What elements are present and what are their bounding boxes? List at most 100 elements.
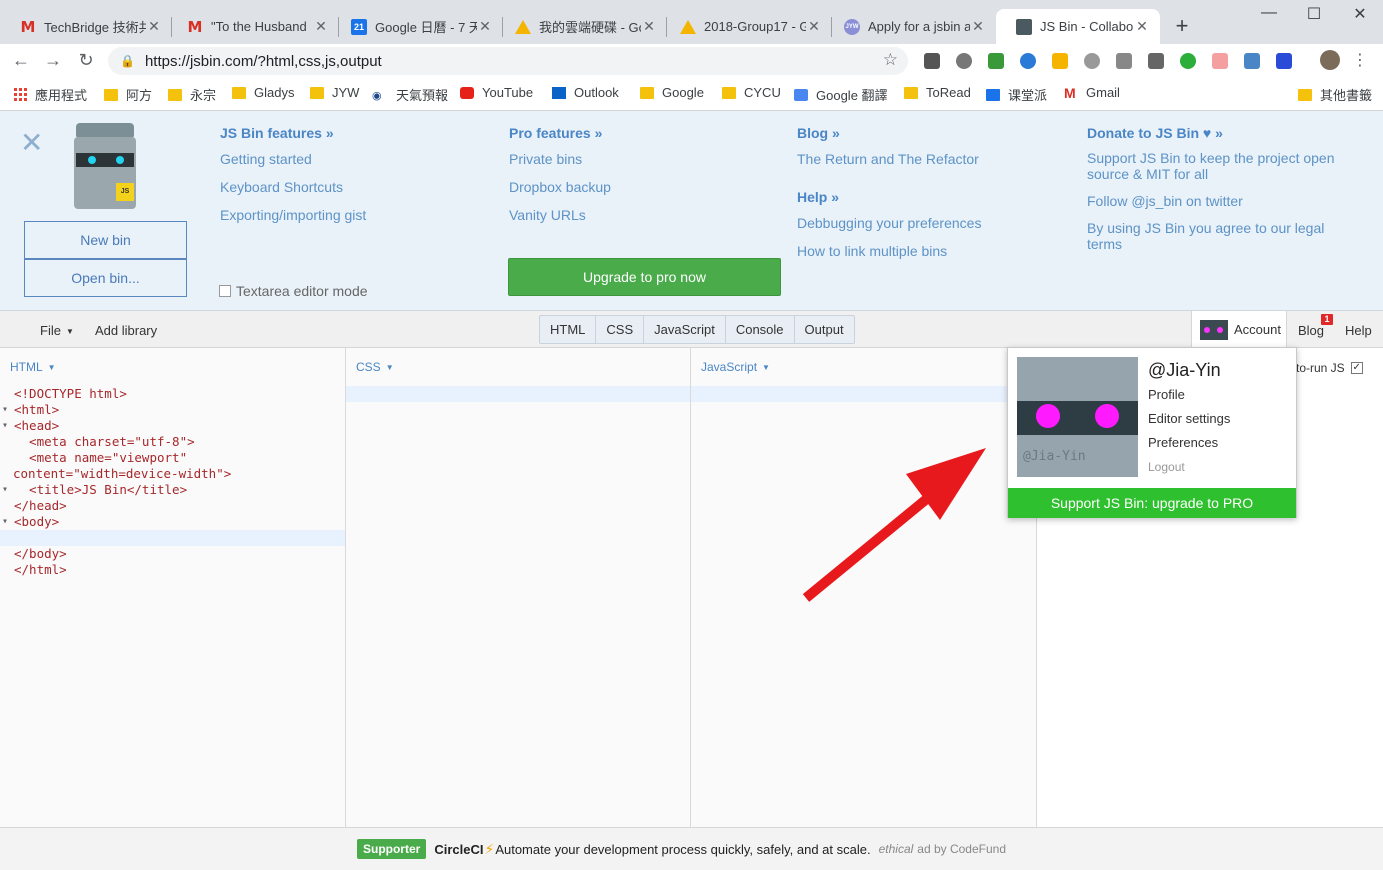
profile-link[interactable]: Profile	[1148, 387, 1185, 402]
extension-icon[interactable]	[1276, 53, 1292, 69]
bookmark-item[interactable]: CYCU	[722, 85, 781, 100]
bookmark-item[interactable]: 阿方	[104, 85, 152, 104]
support-link[interactable]: Support JS Bin to keep the project open …	[1087, 150, 1352, 182]
ad-by-label[interactable]: ad by CodeFund	[917, 842, 1006, 856]
bookmark-item[interactable]: JYW	[310, 85, 359, 100]
toggle-html[interactable]: HTML	[540, 316, 597, 343]
blog-link[interactable]: Blog	[1298, 323, 1324, 338]
extension-icon[interactable]	[1148, 53, 1164, 69]
address-bar[interactable]: 🔒 https://jsbin.com/?html,css,js,output …	[108, 47, 908, 75]
checkbox-checked[interactable]: ✓	[1350, 362, 1363, 374]
pro-features-heading[interactable]: Pro features »	[509, 125, 611, 141]
close-icon[interactable]: ✕	[477, 18, 493, 35]
bookmark-item[interactable]: M Gmail	[1064, 85, 1120, 100]
browser-tab[interactable]: JYW Apply for a jsbin a ✕	[824, 9, 996, 44]
blog-post-link[interactable]: The Return and The Refactor	[797, 150, 981, 169]
bookmark-item[interactable]: Gladys	[232, 85, 294, 100]
browser-tab[interactable]: 2018-Group17 - G ✕	[660, 9, 832, 44]
bookmark-item[interactable]: Google	[640, 85, 704, 100]
new-tab-button[interactable]: +	[1172, 12, 1192, 40]
account-menu-button[interactable]: Account	[1191, 311, 1287, 348]
footer-ad[interactable]: Supporter CircleCI ⚡ Automate your devel…	[0, 827, 1383, 870]
reload-icon[interactable]: ↻	[75, 50, 97, 71]
bookmark-item[interactable]: ToRead	[904, 85, 971, 100]
bookmark-item[interactable]: 课堂派	[986, 85, 1047, 104]
close-icon[interactable]: ✕	[641, 18, 657, 35]
close-icon[interactable]: ✕	[313, 18, 329, 35]
export-gist-link[interactable]: Exporting/importing gist	[220, 206, 366, 225]
bookmark-item[interactable]: ◉ 天氣預報	[372, 85, 448, 104]
editor-settings-link[interactable]: Editor settings	[1148, 411, 1230, 426]
upgrade-pro-button[interactable]: Upgrade to pro now	[508, 258, 781, 296]
extension-icon[interactable]	[924, 53, 940, 69]
close-icon[interactable]: ✕	[806, 18, 822, 35]
more-menu-icon[interactable]: ⋮	[1352, 50, 1368, 70]
close-window-icon[interactable]: ✕	[1337, 4, 1383, 24]
back-icon[interactable]: ←	[10, 50, 32, 71]
browser-tab[interactable]: M TechBridge 技術共 ✕	[0, 9, 172, 44]
open-bin-button[interactable]: Open bin...	[24, 259, 187, 297]
minimize-icon[interactable]: —	[1246, 4, 1292, 22]
bookmark-star-icon[interactable]: ☆	[883, 50, 898, 70]
ad-message[interactable]: Automate your development process quickl…	[495, 842, 870, 857]
features-heading[interactable]: JS Bin features »	[220, 125, 366, 141]
bookmark-item[interactable]: YouTube	[460, 85, 533, 100]
extension-icon[interactable]	[1180, 53, 1196, 69]
bookmark-item[interactable]: Outlook	[552, 85, 619, 100]
autorun-toggle[interactable]: to-run JS ✓	[1296, 361, 1363, 375]
html-pane-label[interactable]: HTML ▼	[10, 360, 56, 374]
close-icon[interactable]: ✕	[970, 18, 986, 35]
javascript-pane-label[interactable]: JavaScript ▼	[701, 360, 770, 374]
extension-icon[interactable]	[988, 53, 1004, 69]
browser-tab[interactable]: 21 Google 日曆 - 7 天 ✕	[331, 9, 503, 44]
forward-icon[interactable]: →	[42, 50, 64, 71]
extension-icon[interactable]	[1116, 53, 1132, 69]
legal-terms-link[interactable]: By using JS Bin you agree to our legal t…	[1087, 220, 1352, 252]
html-pane[interactable]: HTML ▼ <!DOCTYPE html> <html> <head> <met…	[0, 348, 346, 827]
logout-link[interactable]: Logout	[1148, 460, 1185, 474]
extension-icon[interactable]	[1052, 53, 1068, 69]
toggle-javascript[interactable]: JavaScript	[644, 316, 726, 343]
checkbox[interactable]	[219, 285, 231, 297]
private-bins-link[interactable]: Private bins	[509, 150, 611, 169]
blog-heading[interactable]: Blog »	[797, 125, 981, 141]
extension-icon[interactable]	[1084, 53, 1100, 69]
extension-icon[interactable]	[956, 53, 972, 69]
upgrade-pro-banner[interactable]: Support JS Bin: upgrade to PRO	[1008, 488, 1296, 518]
preferences-link[interactable]: Preferences	[1148, 435, 1218, 450]
add-library-button[interactable]: Add library	[95, 323, 157, 338]
toggle-css[interactable]: CSS	[596, 316, 645, 343]
css-pane[interactable]: CSS ▼	[346, 348, 691, 827]
html-code[interactable]: <!DOCTYPE html> <html> <head> <meta char…	[0, 386, 345, 578]
toggle-output[interactable]: Output	[795, 316, 854, 343]
debugging-preferences-link[interactable]: Debbugging your preferences	[797, 214, 981, 233]
ad-brand[interactable]: CircleCI	[434, 842, 483, 857]
donate-heading[interactable]: Donate to JS Bin ♥ »	[1087, 125, 1352, 141]
keyboard-shortcuts-link[interactable]: Keyboard Shortcuts	[220, 178, 366, 197]
vanity-urls-link[interactable]: Vanity URLs	[509, 206, 611, 225]
getting-started-link[interactable]: Getting started	[220, 150, 366, 169]
bookmark-item[interactable]: Google 翻譯	[794, 85, 888, 104]
file-menu[interactable]: File ▼	[40, 323, 74, 338]
twitter-link[interactable]: Follow @js_bin on twitter	[1087, 192, 1352, 211]
browser-tab[interactable]: 我的雲端硬碟 - Go ✕	[495, 9, 667, 44]
dropbox-backup-link[interactable]: Dropbox backup	[509, 178, 611, 197]
bookmark-item[interactable]: 其他書籤	[1298, 85, 1372, 104]
help-link[interactable]: Help	[1345, 323, 1372, 338]
close-icon[interactable]: ✕	[20, 129, 43, 157]
maximize-icon[interactable]: ☐	[1291, 4, 1337, 24]
help-heading[interactable]: Help »	[797, 189, 981, 205]
extension-icon[interactable]	[1020, 53, 1036, 69]
toggle-console[interactable]: Console	[726, 316, 795, 343]
textarea-mode-toggle[interactable]: Textarea editor mode	[219, 283, 368, 299]
close-icon[interactable]: ✕	[146, 18, 162, 35]
bookmark-item[interactable]: 應用程式	[14, 85, 87, 104]
css-pane-label[interactable]: CSS ▼	[356, 360, 394, 374]
ethical-label[interactable]: ethical	[879, 842, 914, 856]
browser-tab[interactable]: M "To the Husband ✕	[167, 9, 339, 44]
extension-icon[interactable]	[1244, 53, 1260, 69]
bookmark-item[interactable]: 永宗	[168, 85, 216, 104]
link-multiple-bins-link[interactable]: How to link multiple bins	[797, 242, 981, 261]
new-bin-button[interactable]: New bin	[24, 221, 187, 259]
profile-avatar[interactable]	[1320, 50, 1340, 70]
